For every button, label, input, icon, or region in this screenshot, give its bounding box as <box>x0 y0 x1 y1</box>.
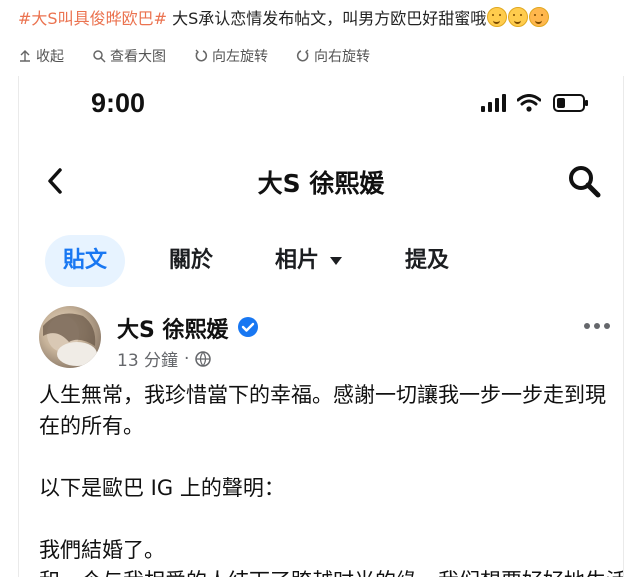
view-large-label: 查看大图 <box>110 49 166 65</box>
wifi-icon <box>517 94 541 112</box>
rotate-right-button[interactable]: 向右旋转 <box>296 46 370 66</box>
smile-emoji-icon <box>508 7 529 27</box>
post-image[interactable]: 9:00 大S 徐熙媛 貼文 關於 相片 提及 大S 徐熙媛 13 分鐘 · 人… <box>18 76 624 577</box>
post-timestamp[interactable]: 13 分鐘 <box>117 346 178 371</box>
chevron-down-icon <box>330 257 343 265</box>
tab-mentions[interactable]: 提及 <box>387 235 467 287</box>
post-caption: #大S叫具俊晔欧巴# 大S承认恋情发布帖文，叫男方欧巴好甜蜜哦 <box>18 4 628 34</box>
avatar-photo <box>43 313 97 366</box>
status-icons <box>481 94 589 112</box>
more-options-icon[interactable] <box>583 322 611 330</box>
tab-posts[interactable]: 貼文 <box>45 235 126 287</box>
signal-icon <box>481 94 506 112</box>
collapse-icon <box>20 50 30 62</box>
rotate-right-icon <box>296 49 309 62</box>
post-paragraph: 以下是歐巴 IG 上的聲明： <box>39 476 285 500</box>
post-paragraph: 我們結婚了。 <box>39 538 165 562</box>
verified-badge-icon <box>238 317 258 337</box>
avatar[interactable] <box>39 306 101 368</box>
rotate-right-label: 向右旋转 <box>314 49 370 65</box>
scream-emoji-icon <box>529 7 550 27</box>
post-paragraph: 人生無常，我珍惜當下的幸福。感謝一切讓我一步一步走到現在的所有。 <box>39 383 606 438</box>
tab-posts-label: 貼文 <box>63 248 108 273</box>
meta-separator: · <box>184 348 190 369</box>
post-header: 大S 徐熙媛 13 分鐘 · <box>19 304 623 374</box>
page-title: 大S 徐熙媛 <box>257 169 385 198</box>
tab-photos[interactable]: 相片 <box>257 235 361 287</box>
post-body: 人生無常，我珍惜當下的幸福。感謝一切讓我一步一步走到現在的所有。 以下是歐巴 I… <box>39 380 623 577</box>
collapse-button[interactable]: 收起 <box>18 46 64 66</box>
rotate-left-label: 向左旋转 <box>212 49 268 65</box>
globe-icon <box>195 350 212 367</box>
tab-about[interactable]: 關於 <box>151 235 231 287</box>
tab-photos-label: 相片 <box>275 248 320 273</box>
status-time: 9:00 <box>91 88 146 118</box>
collapse-label: 收起 <box>36 49 64 65</box>
tab-mentions-label: 提及 <box>405 248 450 273</box>
profile-nav-bar: 大S 徐熙媛 <box>19 156 623 206</box>
smile-emoji-icon <box>487 7 508 27</box>
rotate-left-button[interactable]: 向左旋转 <box>194 46 268 66</box>
topic-link[interactable]: #大S叫具俊晔欧巴# <box>18 9 167 28</box>
rotate-left-icon <box>195 49 208 62</box>
caption-text: 大S承认恋情发布帖文，叫男方欧巴好甜蜜哦 <box>166 9 487 28</box>
magnifier-icon <box>93 50 106 63</box>
battery-icon <box>553 94 588 112</box>
author-name[interactable]: 大S 徐熙媛 <box>117 312 229 344</box>
phone-status-bar: 9:00 <box>19 76 623 134</box>
post-meta: 13 分鐘 · <box>117 346 212 371</box>
tab-about-label: 關於 <box>169 248 214 273</box>
image-toolbar: 收起 查看大图 向左旋转 向右旋转 <box>18 42 622 70</box>
profile-tabs: 貼文 關於 相片 提及 <box>45 233 493 289</box>
search-icon[interactable] <box>567 164 601 198</box>
post-paragraph-cut-off: 和一个与我相爱的人结下了跨越时光的缘。我们想要好好地生活 <box>39 566 623 577</box>
view-large-button[interactable]: 查看大图 <box>92 46 166 66</box>
